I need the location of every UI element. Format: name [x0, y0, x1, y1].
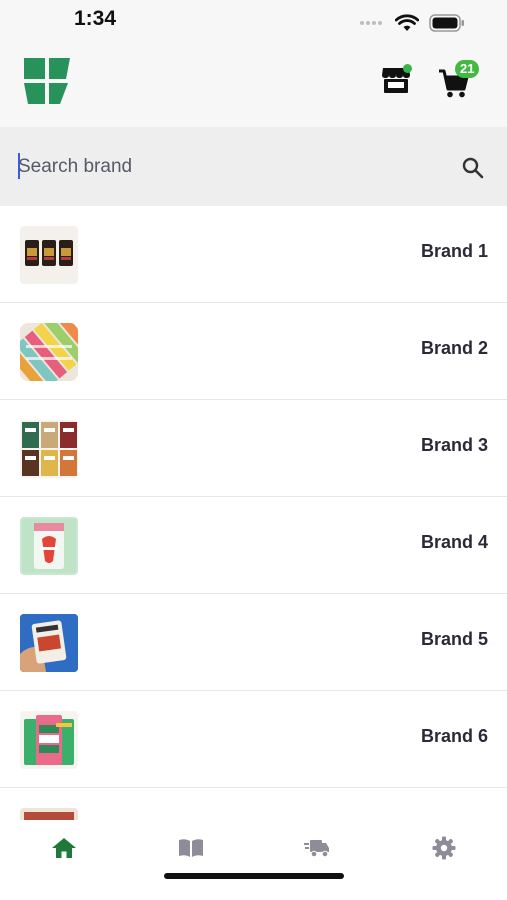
- brand-row[interactable]: Brand 1: [0, 206, 507, 303]
- brand-thumbnail: [20, 420, 78, 478]
- status-icons: [359, 14, 465, 32]
- nav-settings[interactable]: [419, 832, 469, 864]
- book-icon: [179, 839, 203, 857]
- store-notification-dot: [403, 64, 412, 73]
- status-bar: 1:34: [0, 0, 507, 44]
- text-caret: [18, 153, 20, 179]
- brand-name: Brand 5: [420, 629, 488, 649]
- brand-row[interactable]: Brand 2: [0, 303, 507, 400]
- home-indicator: [164, 873, 344, 879]
- brand-thumbnail: [20, 517, 78, 575]
- home-icon: [52, 838, 76, 858]
- signal-icon: [360, 21, 382, 25]
- brand-name: Brand 2: [420, 338, 488, 358]
- brand-thumbnail: [20, 711, 78, 769]
- store-button[interactable]: [379, 63, 413, 97]
- gear-icon: [432, 836, 456, 860]
- brand-thumbnail: [20, 808, 78, 820]
- brand-row[interactable]: Brand 6: [0, 691, 507, 788]
- brand-thumbnail: [20, 226, 78, 284]
- cart-count-badge: 21: [455, 60, 480, 78]
- status-time: 1:34: [74, 7, 117, 30]
- brand-list: Brand 1 Brand 2 Brand 3 Brand 4 Brand 5 …: [0, 206, 507, 820]
- brand-name: Brand 3: [420, 435, 488, 455]
- app-screen: 1:34 21 Search brand Brand 1 Brand 2 Bra…: [0, 0, 507, 900]
- nav-home[interactable]: [39, 832, 89, 864]
- search-icon[interactable]: [461, 156, 485, 180]
- brand-row[interactable]: Brand 3: [0, 400, 507, 497]
- truck-icon: [304, 840, 329, 858]
- brand-row[interactable]: [0, 788, 507, 820]
- battery-icon: [429, 14, 464, 32]
- search-bar: [0, 127, 507, 206]
- brand-thumbnail: [20, 614, 78, 672]
- brand-name: Brand 6: [420, 726, 488, 746]
- brand-row[interactable]: Brand 4: [0, 497, 507, 594]
- brand-name: Brand 4: [420, 532, 488, 552]
- bottom-nav: [0, 820, 507, 900]
- wifi-icon: [395, 14, 419, 31]
- brand-name: Brand 1: [420, 241, 488, 261]
- brand-row[interactable]: Brand 5: [0, 594, 507, 691]
- brand-thumbnail: [20, 323, 78, 381]
- nav-catalog[interactable]: [166, 832, 216, 864]
- brand-logo-icon[interactable]: [22, 56, 72, 111]
- cart-button[interactable]: 21: [436, 60, 480, 98]
- nav-orders[interactable]: [292, 832, 342, 864]
- app-header: 21: [0, 44, 507, 127]
- search-input[interactable]: [18, 151, 418, 183]
